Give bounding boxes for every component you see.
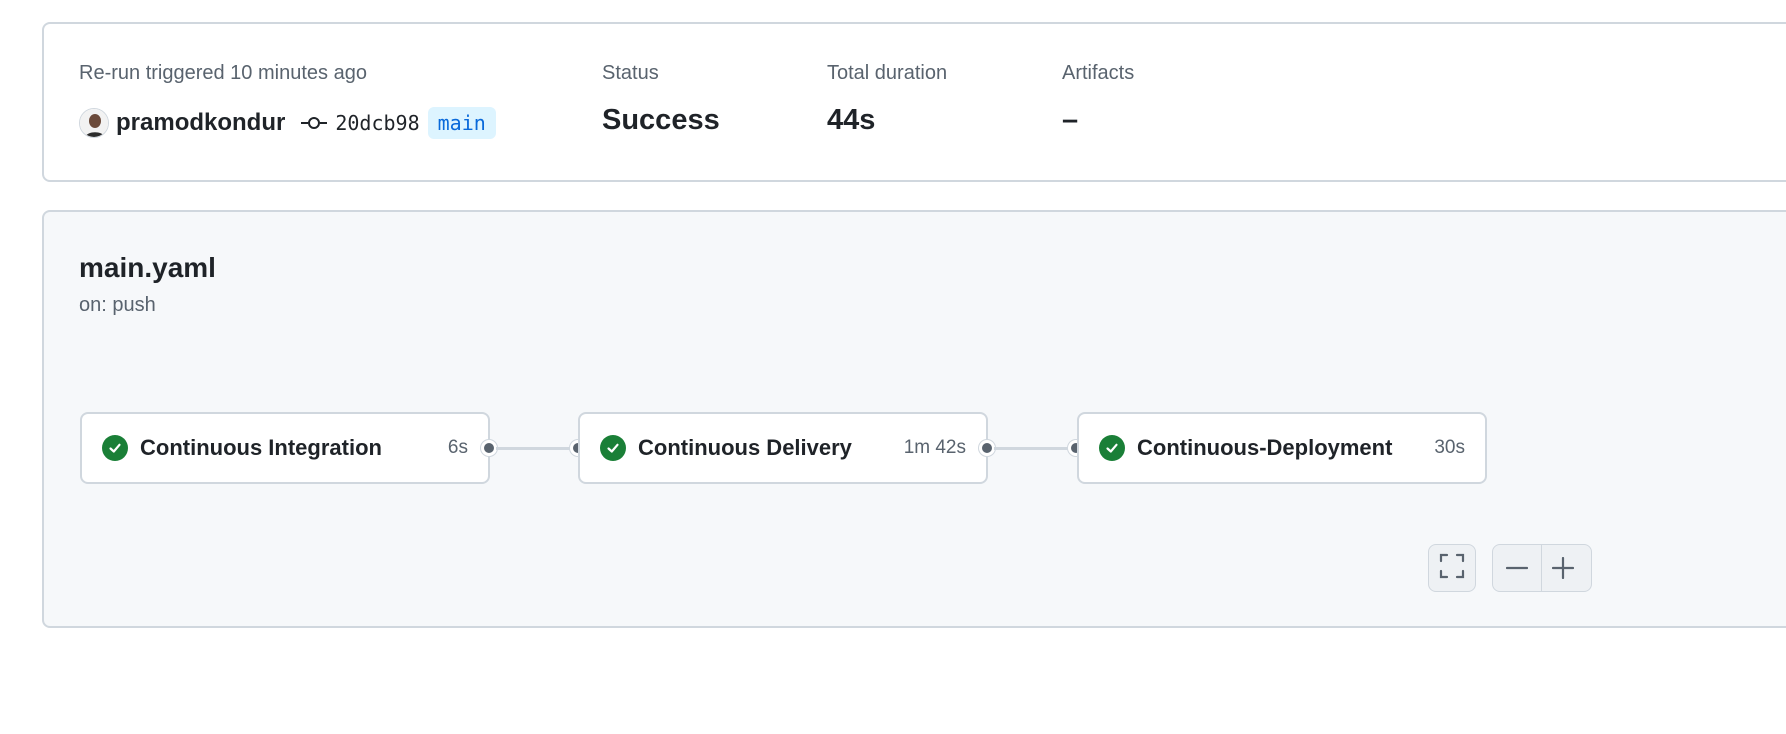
job-duration: 30s bbox=[1434, 437, 1465, 458]
workflow-graph-panel: main.yaml on: push Continuous Integratio… bbox=[42, 210, 1786, 628]
actor-commit-row: pramodkondur 20dcb98 main bbox=[79, 106, 496, 140]
status-section: Status bbox=[602, 62, 659, 85]
avatar[interactable] bbox=[79, 108, 109, 138]
workflow-file-title: main.yaml bbox=[79, 252, 216, 283]
job-continuous-integration[interactable]: Continuous Integration 6s bbox=[80, 412, 490, 484]
trigger-text: Re-run triggered 10 minutes ago bbox=[79, 62, 367, 84]
job-duration: 1m 42s bbox=[903, 437, 966, 458]
job-connector-line bbox=[994, 447, 1068, 450]
duration-label: Total duration bbox=[827, 62, 948, 84]
job-connector-line bbox=[496, 447, 570, 450]
success-check-icon bbox=[600, 435, 626, 461]
actor-username[interactable]: pramodkondur bbox=[116, 109, 285, 137]
status-value: Success bbox=[602, 104, 720, 136]
minus-icon bbox=[1506, 566, 1528, 570]
job-name: Continuous-Deployment bbox=[1137, 435, 1393, 460]
success-check-icon bbox=[1099, 435, 1125, 461]
artifacts-value: – bbox=[1062, 104, 1079, 136]
plus-icon bbox=[1552, 557, 1574, 579]
job-duration: 6s bbox=[447, 437, 468, 458]
status-label: Status bbox=[602, 62, 659, 84]
job-continuous-deployment[interactable]: Continuous-Deployment 30s bbox=[1077, 412, 1487, 484]
fullscreen-button[interactable] bbox=[1428, 544, 1476, 592]
duration-value: 44s bbox=[827, 104, 876, 136]
fullscreen-icon bbox=[1439, 553, 1465, 584]
duration-section: Total duration bbox=[827, 62, 947, 85]
git-commit-icon bbox=[301, 115, 328, 131]
job-name: Continuous Integration bbox=[140, 435, 382, 460]
job-continuous-delivery[interactable]: Continuous Delivery 1m 42s bbox=[578, 412, 988, 484]
run-summary-card: Re-run triggered 10 minutes ago pramodko… bbox=[42, 22, 1786, 182]
trigger-section: Re-run triggered 10 minutes ago bbox=[79, 62, 367, 85]
zoom-out-button[interactable] bbox=[1504, 557, 1530, 579]
job-output-handle bbox=[481, 440, 497, 456]
commit-sha-link[interactable]: 20dcb98 bbox=[335, 111, 419, 135]
zoom-controls bbox=[1492, 544, 1592, 592]
job-name: Continuous Delivery bbox=[638, 435, 852, 460]
success-check-icon bbox=[102, 435, 128, 461]
zoom-in-button[interactable] bbox=[1552, 557, 1574, 579]
workflow-trigger: on: push bbox=[79, 294, 156, 316]
artifacts-section: Artifacts bbox=[1062, 62, 1134, 85]
branch-badge[interactable]: main bbox=[427, 107, 496, 139]
artifacts-label: Artifacts bbox=[1062, 62, 1135, 84]
job-output-handle bbox=[979, 440, 995, 456]
zoom-divider bbox=[1541, 545, 1542, 591]
